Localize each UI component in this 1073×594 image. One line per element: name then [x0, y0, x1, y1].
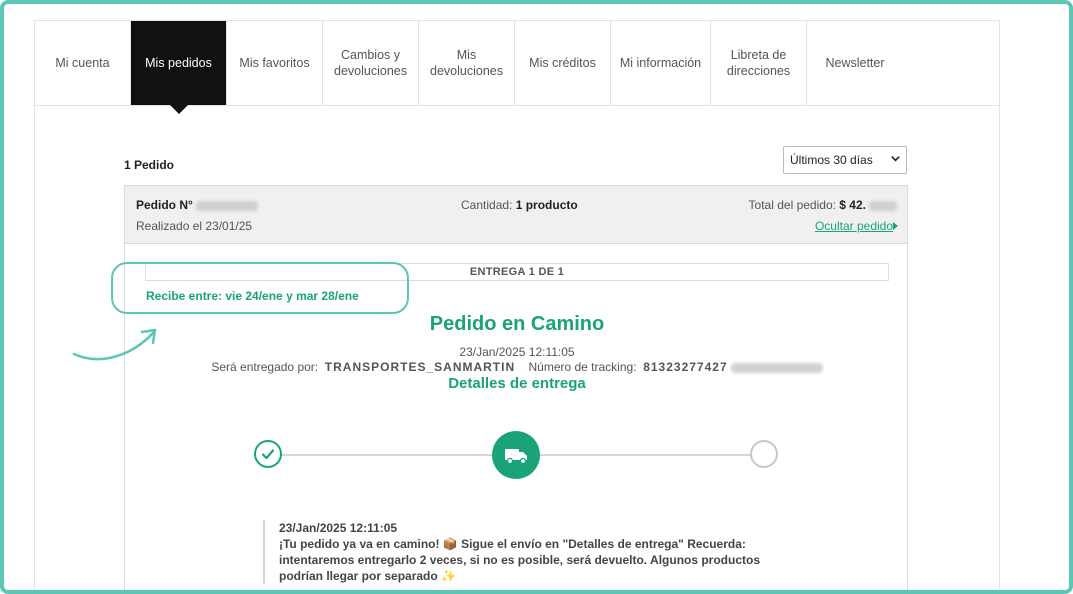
tab-mi-informacion[interactable]: Mi información	[611, 21, 711, 105]
tab-mis-creditos[interactable]: Mis créditos	[515, 21, 611, 105]
tab-mis-devoluciones[interactable]: Mis devoluciones	[419, 21, 515, 105]
account-tabs: Mi cuenta Mis pedidos Mis favoritos Camb…	[35, 21, 999, 114]
step-delivered	[750, 440, 778, 468]
order-number-label: Pedido N°	[136, 198, 193, 212]
screenshot-frame: Mi cuenta Mis pedidos Mis favoritos Camb…	[0, 0, 1073, 594]
delivery-status: Pedido en Camino	[429, 313, 605, 335]
message-date: 23/Jan/2025 12:11:05	[279, 521, 398, 535]
redacted-total-decimals	[869, 200, 897, 211]
order-header: Pedido N° Realizado el 23/01/25 Cantidad…	[124, 185, 908, 244]
tab-newsletter[interactable]: Newsletter	[807, 21, 903, 105]
status-message: 23/Jan/2025 12:11:05 ¡Tu pedido ya va en…	[263, 520, 783, 584]
caret-right-icon	[893, 222, 898, 230]
message-text: ¡Tu pedido ya va en camino! 📦 Sigue el e…	[279, 537, 761, 583]
status-timestamp: 23/Jan/2025 12:11:05	[459, 345, 575, 359]
tracking-label: Número de tracking:	[528, 360, 637, 374]
order-quantity: Cantidad: 1 producto	[461, 198, 578, 212]
step-confirmed	[254, 440, 282, 468]
carrier-line: Será entregado por: TRANSPORTES_SANMARTI…	[125, 360, 909, 374]
total-label: Total del pedido:	[748, 198, 836, 212]
quantity-value: 1 producto	[515, 198, 578, 212]
chevron-down-icon	[891, 156, 900, 162]
tab-mis-favoritos[interactable]: Mis favoritos	[227, 21, 323, 105]
tab-cambios-devoluciones[interactable]: Cambios y devoluciones	[323, 21, 419, 105]
carrier-name: TRANSPORTES_SANMARTIN	[324, 360, 516, 374]
tracking-number: 81323277427	[643, 360, 728, 374]
hide-order-link[interactable]: Ocultar pedido	[815, 219, 893, 233]
tab-mi-cuenta[interactable]: Mi cuenta	[35, 21, 131, 105]
order-date: Realizado el 23/01/25	[136, 219, 253, 233]
redacted-tracking-number	[730, 362, 823, 373]
step-in-transit	[492, 431, 540, 479]
redacted-order-number	[195, 200, 258, 211]
tab-libreta-direcciones[interactable]: Libreta de direcciones	[711, 21, 807, 105]
carrier-label: Será entregado por:	[211, 360, 319, 374]
curved-arrow-icon	[72, 328, 157, 361]
truck-icon	[505, 449, 527, 465]
order-total: Total del pedido: $ 42.	[749, 198, 897, 212]
tab-mis-pedidos[interactable]: Mis pedidos	[131, 21, 227, 114]
check-icon	[261, 449, 275, 460]
total-value: $ 42.	[839, 198, 866, 212]
date-filter-value: Últimos 30 días	[790, 153, 873, 167]
delivery-window-highlight	[111, 262, 409, 314]
delivery-details-title: Detalles de entrega	[448, 375, 586, 392]
order-number: Pedido N°	[136, 198, 258, 212]
orders-count: 1 Pedido	[124, 158, 175, 172]
date-filter-select[interactable]: Últimos 30 días	[783, 146, 907, 174]
quantity-label: Cantidad:	[461, 198, 513, 212]
